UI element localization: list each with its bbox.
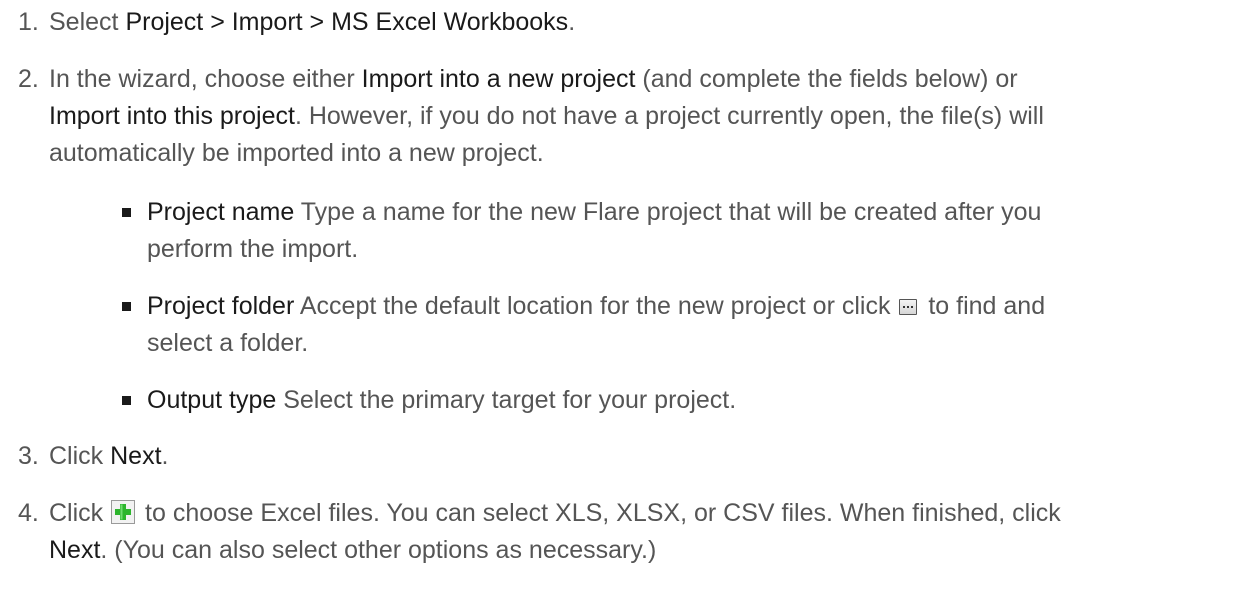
field-description: Select the primary target for your proje… bbox=[276, 386, 737, 414]
step-number: 4. bbox=[18, 499, 39, 527]
browse-button-icon bbox=[899, 299, 918, 315]
green-plus-add-icon bbox=[111, 500, 136, 524]
field-description: perform the import. bbox=[147, 235, 359, 263]
field-description: Type a name for the new Flare project th… bbox=[294, 198, 1042, 226]
step-text: Select bbox=[49, 8, 126, 36]
field-output-type: Output type Select the primary target fo… bbox=[0, 382, 1240, 419]
step-text: automatically be imported into a new pro… bbox=[49, 139, 544, 167]
next-button-label: Next bbox=[110, 442, 162, 470]
step-text: (and complete the fields below) or bbox=[635, 65, 1018, 93]
menu-path: Project > Import > MS Excel Workbooks bbox=[125, 8, 569, 36]
step-1: 1. Select Project > Import > MS Excel Wo… bbox=[0, 4, 1240, 41]
step-text: to choose Excel files. You can select XL… bbox=[138, 499, 1061, 527]
step-text: In the wizard, choose either bbox=[49, 65, 362, 93]
step-number: 2. bbox=[18, 65, 39, 93]
next-button-label: Next bbox=[49, 536, 101, 564]
step-4: 4. Click to choose Excel files. You can … bbox=[0, 495, 1240, 569]
field-project-name: Project name Type a name for the new Fla… bbox=[0, 194, 1240, 268]
step-number: 1. bbox=[18, 8, 39, 36]
instruction-document: 1. Select Project > Import > MS Excel Wo… bbox=[0, 0, 1256, 594]
bullet-icon bbox=[122, 302, 131, 311]
step-3: 3. Click Next. bbox=[0, 438, 1240, 475]
step-text: . However, if you do not have a project … bbox=[294, 102, 1044, 130]
step-text: . bbox=[161, 442, 169, 470]
field-description: Accept the default location for the new … bbox=[294, 292, 898, 320]
step-text: Click bbox=[49, 442, 111, 470]
step-text: Click bbox=[49, 499, 111, 527]
field-project-folder: Project folder Accept the default locati… bbox=[0, 288, 1240, 362]
bullet-icon bbox=[122, 396, 131, 405]
field-term: Project folder bbox=[147, 292, 295, 320]
field-term: Project name bbox=[147, 198, 295, 226]
bullet-icon bbox=[122, 208, 131, 217]
step-text: . (You can also select other options as … bbox=[100, 536, 657, 564]
field-description: select a folder. bbox=[147, 329, 309, 357]
step-text: . bbox=[568, 8, 576, 36]
field-term: Output type bbox=[147, 386, 277, 414]
step-number: 3. bbox=[18, 442, 39, 470]
option-import-this-project: Import into this project bbox=[49, 102, 295, 130]
option-import-new-project: Import into a new project bbox=[361, 65, 636, 93]
step-2: 2. In the wizard, choose either Import i… bbox=[0, 61, 1240, 172]
field-description: to find and bbox=[921, 292, 1046, 320]
